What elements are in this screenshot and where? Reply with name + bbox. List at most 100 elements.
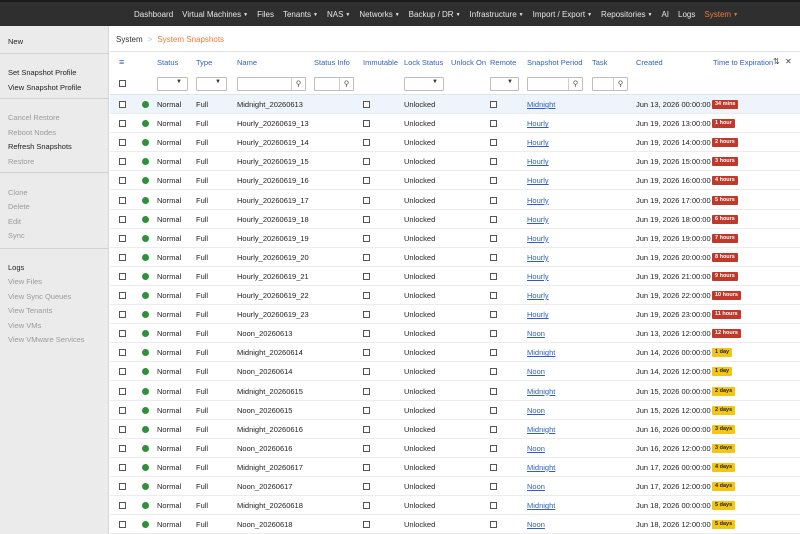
- row-select-checkbox[interactable]: [119, 177, 126, 185]
- column-header-remote[interactable]: Remote: [490, 58, 516, 67]
- table-row[interactable]: Normal Full Hourly_20260619_16 Unlocked Hour…: [110, 171, 800, 191]
- nav-virtual-machines[interactable]: Virtual Machines ▼: [182, 10, 248, 19]
- remote-checkbox[interactable]: [490, 502, 497, 510]
- table-row[interactable]: Normal Full Midnight_20260617 Unlocked Midni…: [110, 458, 800, 477]
- table-row[interactable]: Normal Full Midnight_20260613 Unlocked Midni…: [110, 95, 800, 114]
- column-header-status-info[interactable]: Status Info: [314, 58, 350, 67]
- snapshot-period-link[interactable]: Hourly: [527, 234, 549, 243]
- nav-nas[interactable]: NAS ▼: [327, 10, 350, 19]
- snapshot-period-link[interactable]: Hourly: [527, 157, 549, 166]
- immutable-checkbox[interactable]: [363, 502, 370, 510]
- table-row[interactable]: Normal Full Noon_20260618 Unlocked Noon Jun 1…: [110, 515, 800, 534]
- remote-checkbox[interactable]: [490, 177, 497, 185]
- snapshot-period-link[interactable]: Midnight: [527, 387, 555, 396]
- immutable-checkbox[interactable]: [363, 463, 370, 471]
- row-select-checkbox[interactable]: [119, 120, 126, 128]
- column-header-immutable[interactable]: Immutable: [363, 58, 398, 67]
- immutable-checkbox[interactable]: [363, 215, 370, 223]
- immutable-checkbox[interactable]: [363, 406, 370, 414]
- table-row[interactable]: Normal Full Noon_20260615 Unlocked Noon Jun 1…: [110, 401, 800, 420]
- table-row[interactable]: Normal Full Noon_20260617 Unlocked Noon Jun 1…: [110, 477, 800, 496]
- immutable-checkbox[interactable]: [363, 483, 370, 490]
- table-row[interactable]: Normal Full Hourly_20260619_23 Unlocked Hour…: [110, 305, 800, 325]
- table-row[interactable]: Normal Full Noon_20260616 Unlocked Noon Jun 1…: [110, 439, 800, 458]
- column-menu-icon[interactable]: ≡: [119, 57, 124, 67]
- lock-status-filter-dropdown[interactable]: ▼: [404, 77, 444, 91]
- table-row[interactable]: Normal Full Hourly_20260619_14 Unlocked Hour…: [110, 133, 800, 153]
- snapshot-period-link[interactable]: Midnight: [527, 501, 555, 510]
- snapshot-period-link[interactable]: Midnight: [527, 348, 555, 357]
- table-row[interactable]: Normal Full Hourly_20260619_22 Unlocked Hour…: [110, 286, 800, 305]
- table-row[interactable]: Normal Full Midnight_20260616 Unlocked Midni…: [110, 420, 800, 439]
- row-select-checkbox[interactable]: [119, 196, 126, 204]
- status-filter-dropdown[interactable]: ▼: [157, 77, 188, 91]
- snapshot-period-link[interactable]: Noon: [527, 406, 545, 415]
- snapshot-period-link[interactable]: Hourly: [527, 291, 549, 300]
- remote-checkbox[interactable]: [490, 311, 497, 319]
- nav-files[interactable]: Files: [257, 10, 274, 19]
- select-all-checkbox[interactable]: [119, 80, 126, 87]
- nav-system[interactable]: System ▼: [704, 10, 738, 19]
- immutable-checkbox[interactable]: [363, 292, 370, 299]
- remote-checkbox[interactable]: [490, 425, 497, 433]
- row-select-checkbox[interactable]: [119, 368, 126, 376]
- snapshot-period-link[interactable]: Noon: [527, 520, 545, 529]
- snapshot-period-link[interactable]: Hourly: [527, 253, 549, 262]
- immutable-checkbox[interactable]: [363, 311, 370, 319]
- remote-checkbox[interactable]: [490, 330, 497, 338]
- immutable-checkbox[interactable]: [363, 139, 370, 147]
- status-info-filter-input[interactable]: ⚲: [314, 77, 354, 91]
- row-select-checkbox[interactable]: [119, 463, 126, 471]
- snapshot-period-link[interactable]: Hourly: [527, 138, 549, 147]
- nav-repositories[interactable]: Repositories ▼: [601, 10, 652, 19]
- row-select-checkbox[interactable]: [119, 253, 126, 261]
- remote-checkbox[interactable]: [490, 253, 497, 261]
- sidebar-view-snapshot-profile[interactable]: View Snapshot Profile: [8, 83, 81, 92]
- snapshot-period-link[interactable]: Midnight: [527, 425, 555, 434]
- column-header-time-to-expiration[interactable]: Time to Expiration: [713, 58, 773, 67]
- nav-ai[interactable]: AI: [661, 10, 669, 19]
- remote-checkbox[interactable]: [490, 101, 497, 108]
- row-select-checkbox[interactable]: [119, 502, 126, 510]
- immutable-checkbox[interactable]: [363, 272, 370, 280]
- row-select-checkbox[interactable]: [119, 521, 126, 529]
- table-row[interactable]: Normal Full Hourly_20260619_15 Unlocked Hour…: [110, 152, 800, 172]
- row-select-checkbox[interactable]: [119, 292, 126, 299]
- snapshot-period-link[interactable]: Hourly: [527, 310, 549, 319]
- column-header-name[interactable]: Name: [237, 58, 257, 67]
- row-select-checkbox[interactable]: [119, 406, 126, 414]
- column-header-created[interactable]: Created: [636, 58, 663, 67]
- breadcrumb-system[interactable]: System: [116, 35, 143, 44]
- remote-checkbox[interactable]: [490, 292, 497, 299]
- immutable-checkbox[interactable]: [363, 330, 370, 338]
- type-filter-dropdown[interactable]: ▼: [196, 77, 227, 91]
- table-row[interactable]: Normal Full Hourly_20260619_20 Unlocked Hour…: [110, 248, 800, 267]
- search-icon[interactable]: ⚲: [291, 78, 305, 90]
- snapshot-period-link[interactable]: Hourly: [527, 119, 549, 128]
- snapshot-period-link[interactable]: Noon: [527, 482, 545, 491]
- remote-checkbox[interactable]: [490, 444, 497, 452]
- table-row[interactable]: Normal Full Midnight_20260618 Unlocked Midni…: [110, 496, 800, 516]
- snapshot-period-filter-input[interactable]: ⚲: [527, 77, 583, 91]
- row-select-checkbox[interactable]: [119, 101, 126, 108]
- search-icon[interactable]: ⚲: [613, 78, 627, 90]
- table-row[interactable]: Normal Full Midnight_20260615 Unlocked Midni…: [110, 382, 800, 401]
- snapshot-period-link[interactable]: Midnight: [527, 463, 555, 472]
- search-icon[interactable]: ⚲: [339, 78, 353, 90]
- column-header-snapshot-period[interactable]: Snapshot Period: [527, 58, 582, 67]
- column-header-unlock-on[interactable]: Unlock On: [451, 58, 486, 67]
- nav-tenants[interactable]: Tenants ▼: [283, 10, 318, 19]
- remote-checkbox[interactable]: [490, 158, 497, 166]
- row-select-checkbox[interactable]: [119, 234, 126, 242]
- table-row[interactable]: Normal Full Hourly_20260619_21 Unlocked Hour…: [110, 267, 800, 286]
- sidebar-new[interactable]: New: [8, 37, 23, 46]
- row-select-checkbox[interactable]: [119, 349, 126, 357]
- nav-dashboard[interactable]: Dashboard: [134, 10, 173, 19]
- remote-checkbox[interactable]: [490, 196, 497, 204]
- sidebar-refresh-snapshots[interactable]: Refresh Snapshots: [8, 142, 72, 151]
- table-row[interactable]: Normal Full Hourly_20260619_13 Unlocked Hour…: [110, 114, 800, 134]
- resize-columns-icon[interactable]: ⇅: [773, 57, 780, 66]
- immutable-checkbox[interactable]: [363, 368, 370, 376]
- immutable-checkbox[interactable]: [363, 253, 370, 261]
- immutable-checkbox[interactable]: [363, 234, 370, 242]
